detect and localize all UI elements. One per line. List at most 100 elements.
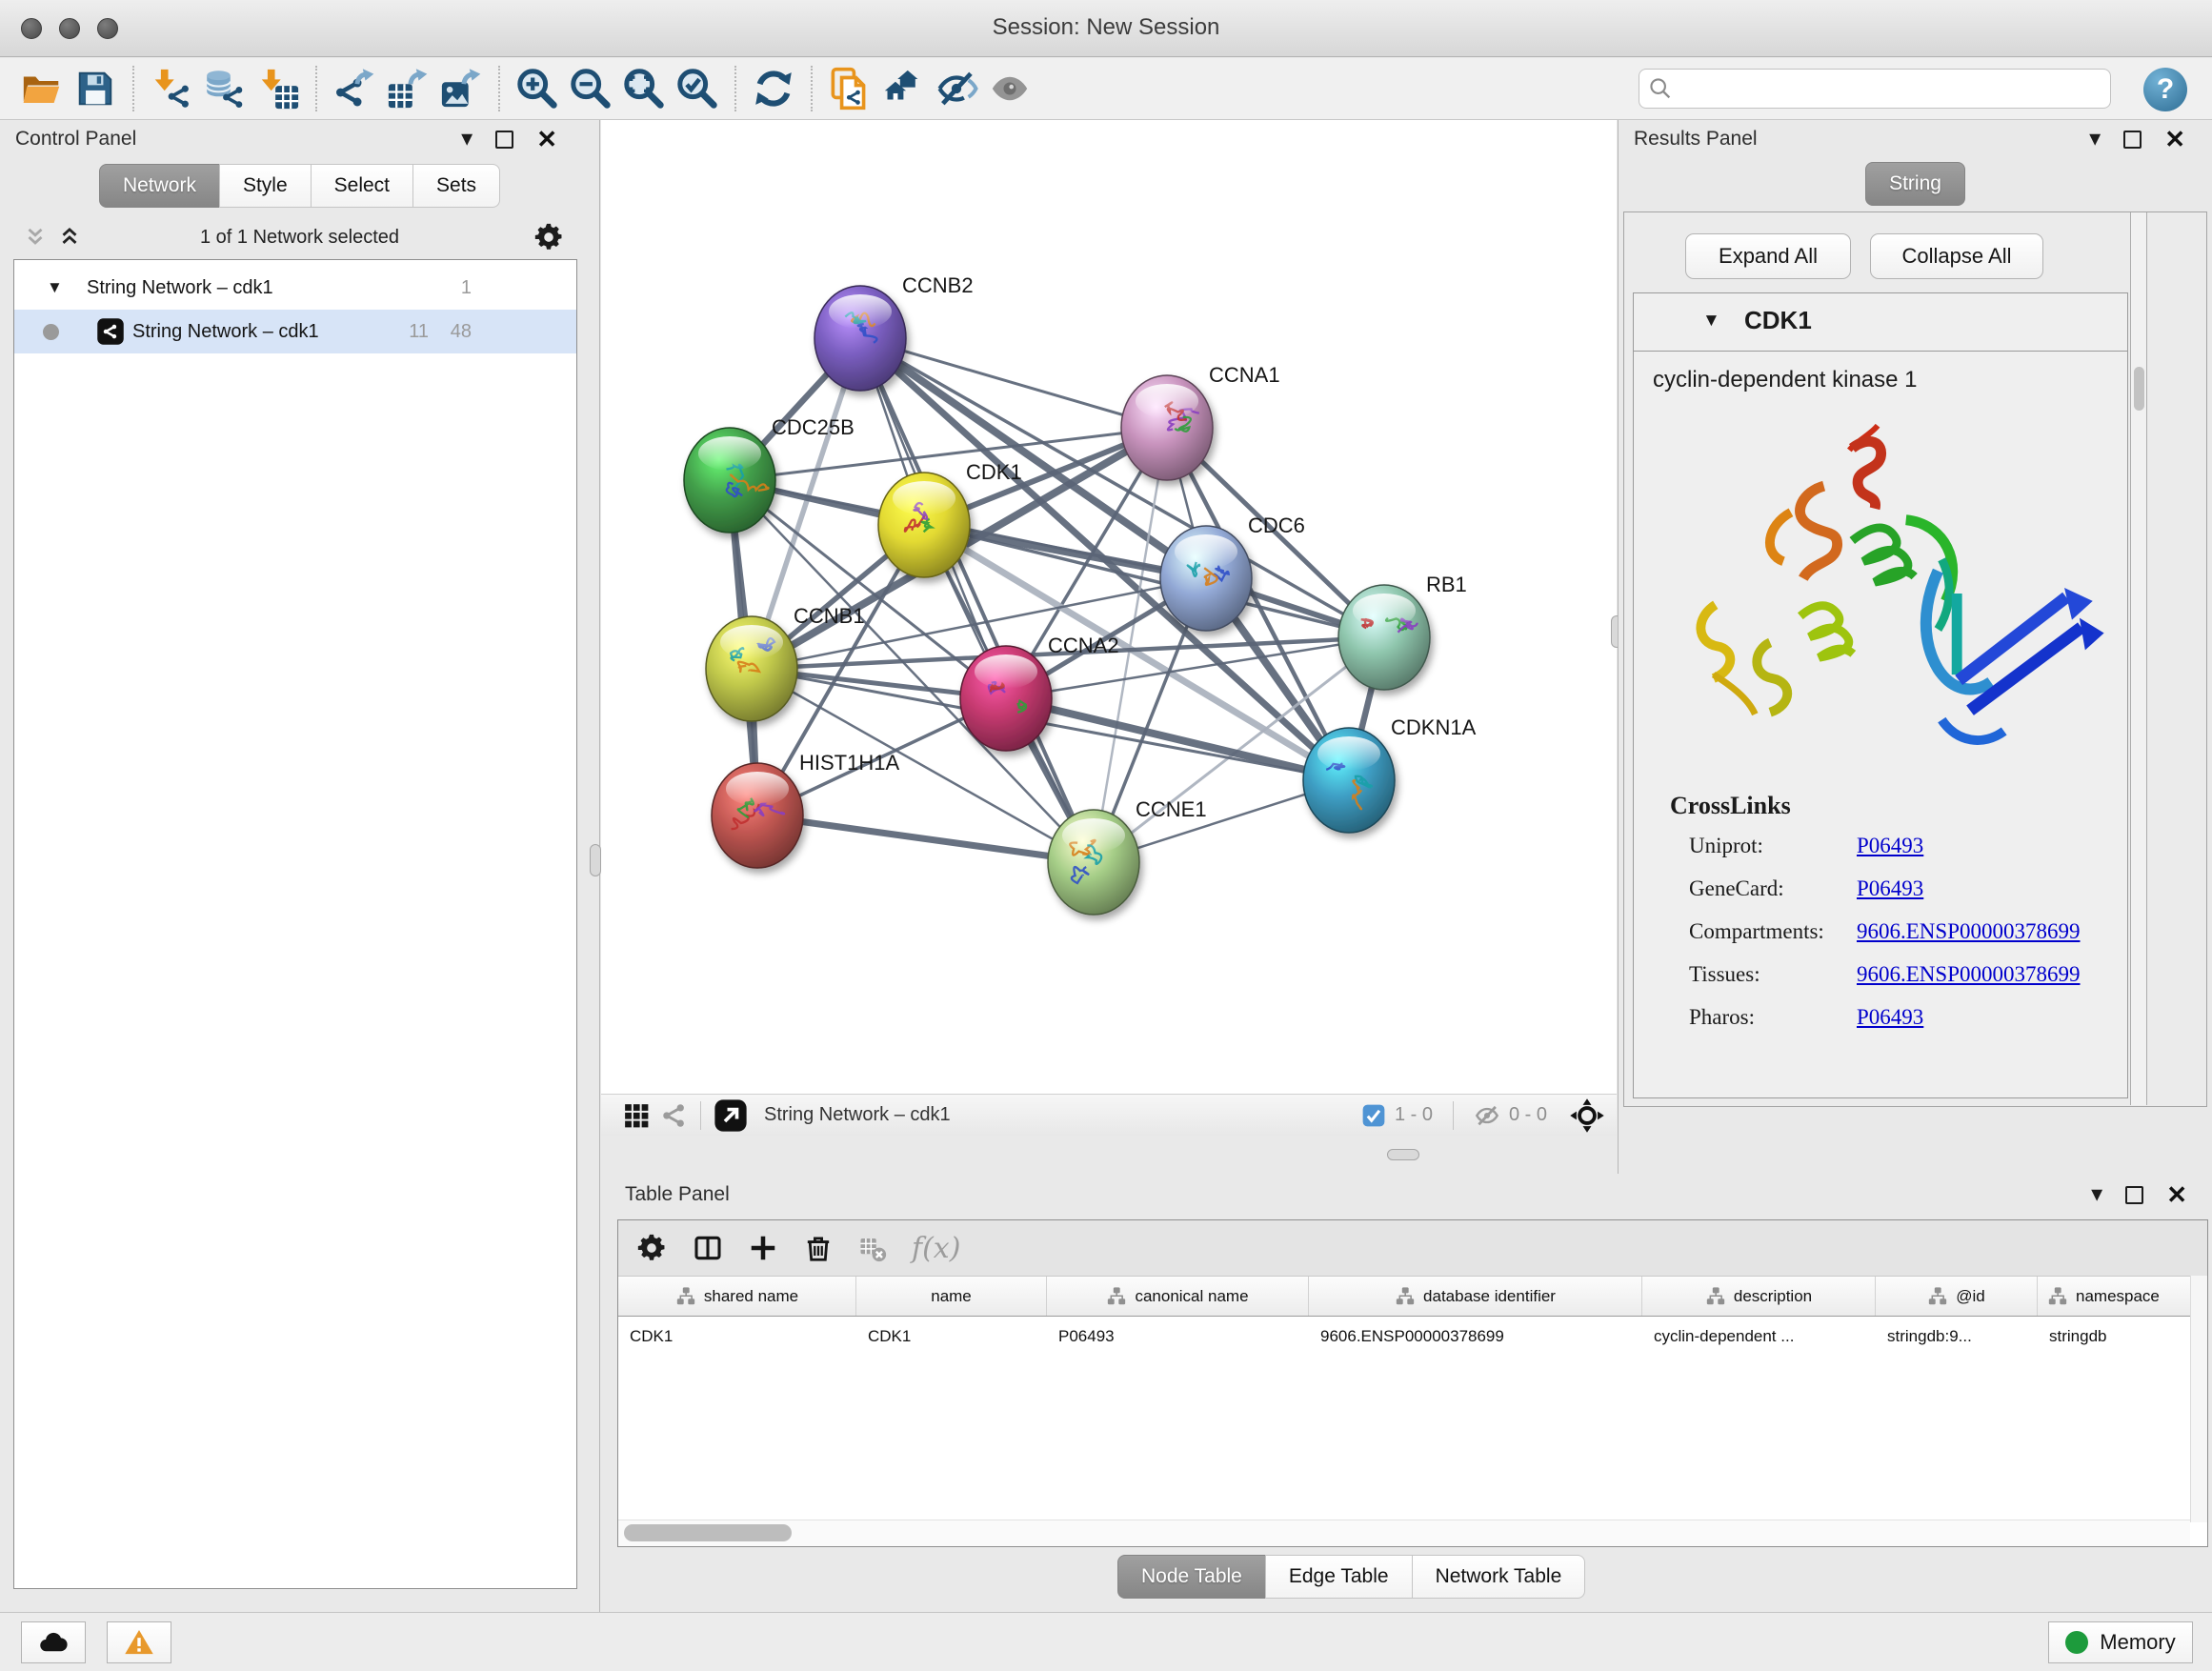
tab-network[interactable]: Network [99,164,220,208]
panel-float-icon[interactable]: ▾ [461,128,473,151]
gear-icon[interactable] [533,221,565,253]
node-CDK1[interactable] [878,473,970,577]
crosslink-link[interactable]: 9606.ENSP00000378699 [1857,962,2081,987]
node-CCNA1[interactable] [1121,375,1213,480]
crosslink-link[interactable]: 9606.ENSP00000378699 [1857,919,2081,944]
edge-HIST1H1A-CCNE1[interactable] [757,815,1094,862]
left-splitter-handle[interactable] [590,844,601,876]
panel-float-icon[interactable]: ▾ [2091,1183,2102,1206]
network-canvas[interactable]: CCNB2 CCNA1 CDC25B CDK1 CDC6 RB1 CCNB1 C… [601,120,1617,1094]
home-button[interactable] [876,62,930,115]
node-HIST1H1A[interactable] [712,763,803,868]
column-header-namespace[interactable]: namespace [2038,1277,2208,1316]
columns-icon[interactable] [693,1233,723,1263]
zoom-fit-button[interactable] [617,62,671,115]
column-header-canonical-name[interactable]: canonical name [1047,1277,1309,1316]
zoom-out-button[interactable] [564,62,617,115]
panel-close-icon[interactable]: ✕ [536,127,557,151]
column-header-name[interactable]: name [856,1277,1047,1316]
collapse-all-button[interactable]: Collapse All [1870,233,2043,279]
warning-button[interactable] [107,1621,171,1663]
column-header-description[interactable]: description [1642,1277,1876,1316]
tab-style[interactable]: Style [219,164,312,208]
cell-description[interactable]: cyclin-dependent ... [1642,1317,1876,1357]
cloud-button[interactable] [21,1621,86,1663]
results-scrollbar[interactable] [2130,212,2147,1105]
column-header-database-identifier[interactable]: database identifier [1309,1277,1642,1316]
node-CCNE1[interactable] [1048,810,1139,915]
refresh-button[interactable] [747,62,800,115]
memory-button[interactable]: Memory [2048,1621,2193,1663]
node-CCNB2[interactable] [814,286,906,391]
tab-select[interactable]: Select [311,164,413,208]
import-table-button[interactable] [251,62,305,115]
selected-checkbox-icon[interactable] [1361,1103,1386,1128]
tab-sets[interactable]: Sets [412,164,500,208]
node-RB1[interactable] [1338,585,1430,690]
node-CDC6[interactable] [1160,526,1252,631]
tab-node-table[interactable]: Node Table [1117,1555,1266,1599]
cell-namespace[interactable]: stringdb [2038,1317,2208,1357]
open-button[interactable] [15,62,69,115]
import-database-button[interactable] [198,62,251,115]
show-all-button[interactable] [983,62,1036,115]
panel-close-icon[interactable]: ✕ [2164,127,2185,151]
node-CDKN1A[interactable] [1303,728,1395,833]
node-CCNB1[interactable] [706,616,797,721]
import-network-button[interactable] [145,62,198,115]
zoom-selected-button[interactable] [671,62,724,115]
node-CDC25B[interactable] [684,428,775,533]
help-button[interactable]: ? [2143,68,2187,111]
horizontal-splitter-handle[interactable] [1387,1149,1419,1160]
hidden-eye-icon[interactable] [1474,1102,1500,1129]
table-vertical-scrollbar[interactable] [2190,1276,2207,1522]
column-header--id[interactable]: @id [1876,1277,2038,1316]
panel-float-icon[interactable]: ▾ [2089,128,2101,151]
trash-icon[interactable] [803,1233,834,1263]
results-scrollbar-thumb[interactable] [2134,367,2144,411]
network-overview-icon[interactable] [660,1101,689,1130]
table-scrollbar-thumb[interactable] [624,1524,792,1541]
gear-icon[interactable] [635,1232,668,1264]
cell--id[interactable]: stringdb:9... [1876,1317,2038,1357]
cell-database-identifier[interactable]: 9606.ENSP00000378699 [1309,1317,1642,1357]
save-button[interactable] [69,62,122,115]
search-box[interactable] [1639,69,2111,109]
crosslink-link[interactable]: P06493 [1857,1005,1923,1030]
panel-maximize-icon[interactable] [2125,1186,2143,1204]
panel-maximize-icon[interactable] [495,131,513,149]
crosslink-link[interactable]: P06493 [1857,834,1923,858]
cell-shared-name[interactable]: CDK1 [618,1317,856,1357]
plus-icon[interactable] [748,1233,778,1263]
node-CCNA2[interactable] [960,646,1052,751]
grid-x-icon[interactable] [858,1234,887,1262]
hide-selected-button[interactable] [930,62,983,115]
zoom-in-button[interactable] [511,62,564,115]
column-header-shared-name[interactable]: shared name [618,1277,856,1316]
tab-edge-table[interactable]: Edge Table [1265,1555,1413,1599]
gene-entry-header[interactable]: ▼ CDK1 [1634,293,2127,352]
open-external-icon[interactable] [713,1097,749,1134]
fx-icon[interactable]: f(x) [912,1232,960,1265]
crosslink-link[interactable]: P06493 [1857,876,1923,901]
tab-network-table[interactable]: Network Table [1412,1555,1586,1599]
caret-down-icon[interactable]: ▼ [47,278,63,297]
caret-down-icon[interactable]: ▼ [1702,311,1720,332]
export-table-button[interactable] [381,62,434,115]
network-row[interactable]: String Network – cdk1 11 48 [14,310,576,353]
export-image-button[interactable] [434,62,488,115]
table-row[interactable]: CDK1CDK1P064939606.ENSP00000378699cyclin… [618,1317,2207,1357]
panel-maximize-icon[interactable] [2123,131,2142,149]
table-horizontal-scrollbar[interactable] [618,1520,2190,1546]
grid-view-icon[interactable] [622,1101,651,1130]
panel-close-icon[interactable]: ✕ [2166,1182,2187,1207]
expand-all-button[interactable]: Expand All [1685,233,1851,279]
search-input[interactable] [1674,77,2110,101]
fit-selection-icon[interactable] [1569,1097,1605,1134]
tab-string[interactable]: String [1865,162,1965,206]
duplicate-network-button[interactable] [823,62,876,115]
cell-name[interactable]: CDK1 [856,1317,1047,1357]
cell-canonical-name[interactable]: P06493 [1047,1317,1309,1357]
export-network-button[interactable] [328,62,381,115]
network-collection-row[interactable]: ▼ String Network – cdk1 1 [14,266,576,310]
